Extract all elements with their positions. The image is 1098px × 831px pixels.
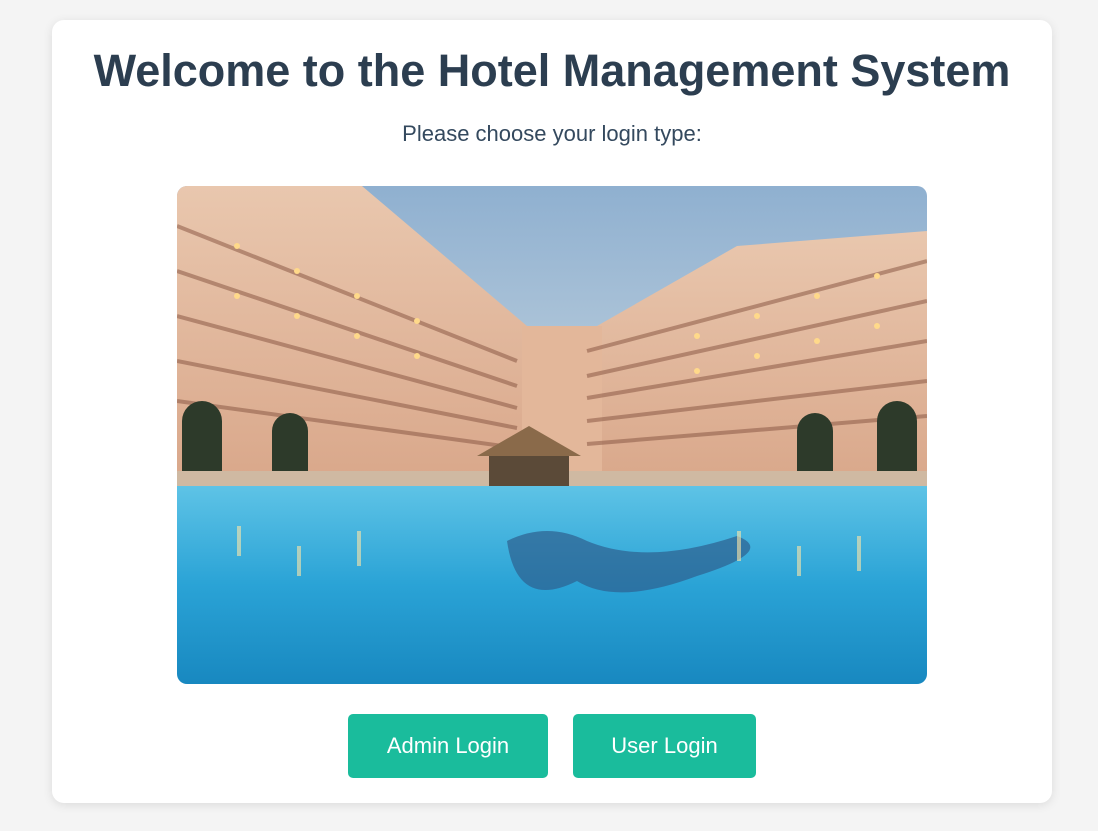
hotel-pool-photo	[177, 186, 927, 684]
page-title: Welcome to the Hotel Management System	[93, 45, 1011, 96]
login-type-prompt: Please choose your login type:	[402, 121, 702, 146]
login-card: Welcome to the Hotel Management System P…	[52, 20, 1052, 803]
user-login-button[interactable]: User Login	[573, 714, 756, 778]
admin-login-button[interactable]: Admin Login	[348, 714, 548, 778]
